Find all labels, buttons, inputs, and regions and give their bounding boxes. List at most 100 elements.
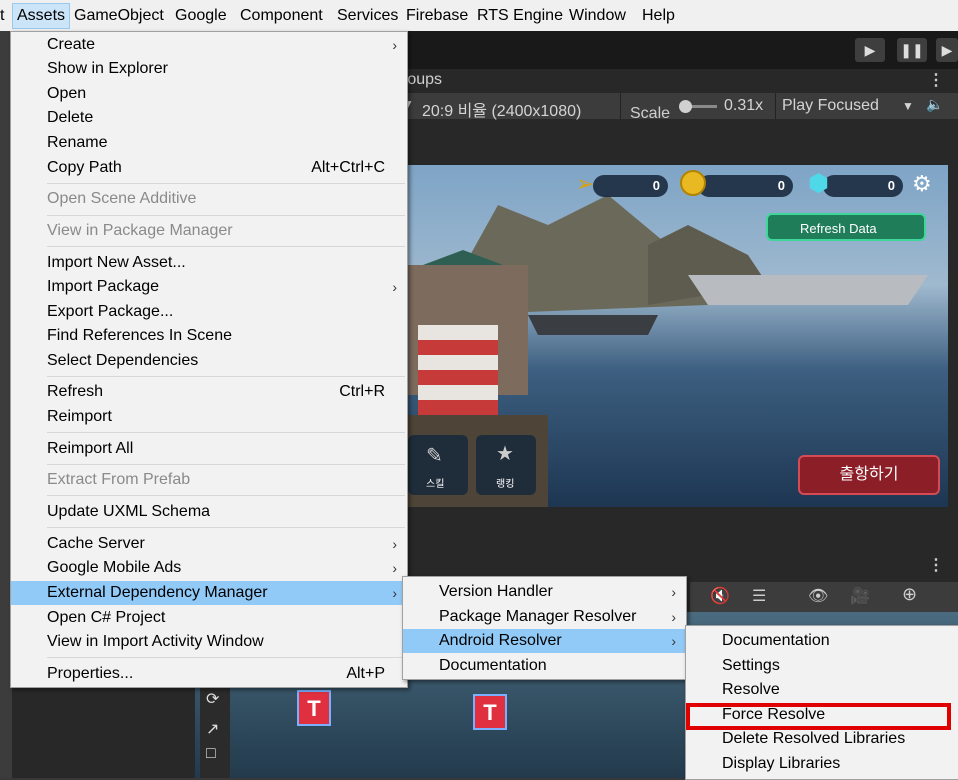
scale-slider-thumb[interactable]: [679, 100, 692, 113]
menu-item-delete-resolved-libraries[interactable]: Delete Resolved Libraries: [686, 727, 958, 751]
menu-services[interactable]: Services: [333, 4, 402, 28]
menu-item-export-package[interactable]: Export Package...: [11, 300, 407, 324]
menu-item-properties[interactable]: Properties... Alt+P: [11, 662, 407, 686]
game-view-toolbar: ▼ 20:9 비율 (2400x1080) Scale 0.31x Play F…: [402, 93, 958, 122]
play-icon[interactable]: ▶: [855, 38, 885, 62]
menu-help[interactable]: Help: [638, 4, 679, 28]
menu-item-create[interactable]: Create ›: [11, 33, 407, 57]
layers-icon[interactable]: ☰: [752, 586, 766, 606]
dropdown-arrow-icon[interactable]: ▼: [902, 99, 914, 113]
game-tab-title[interactable]: roups: [402, 71, 442, 89]
game-view[interactable]: 0 ➢ 0 0 ⬢ ⚙ Refresh Data 출항하기 ✎ 스킬 ★ 랭킹: [408, 165, 948, 507]
menu-edit-partial[interactable]: t: [0, 4, 8, 28]
menu-assets[interactable]: Assets: [12, 3, 71, 29]
menu-item-version-handler[interactable]: Version Handler ›: [403, 580, 686, 604]
play-mode-dropdown[interactable]: Play Focused: [782, 97, 879, 115]
gem-icon: ⬢: [808, 170, 829, 197]
settings-gear-icon[interactable]: ⚙: [912, 171, 932, 197]
refresh-data-button[interactable]: Refresh Data: [766, 213, 926, 241]
menu-item-google-mobile-ads[interactable]: Google Mobile Ads ›: [11, 556, 407, 580]
menu-gameobject[interactable]: GameObject: [70, 4, 168, 28]
skill-button[interactable]: ✎ 스킬: [408, 435, 468, 495]
camera-icon[interactable]: 🎥: [850, 586, 870, 606]
menu-separator: [47, 183, 405, 184]
rect-tool-icon[interactable]: □: [206, 745, 216, 763]
menu-item-find-references[interactable]: Find References In Scene: [11, 324, 407, 348]
menu-item-documentation[interactable]: Documentation: [686, 629, 958, 653]
menu-window[interactable]: Window: [565, 4, 630, 28]
menu-item-show-in-explorer[interactable]: Show in Explorer: [11, 57, 407, 81]
menu-separator: [47, 376, 405, 377]
force-resolve-callout: [686, 703, 951, 730]
menu-item-cache-server[interactable]: Cache Server ›: [11, 532, 407, 556]
menu-google[interactable]: Google: [171, 4, 231, 28]
menu-item-select-dependencies[interactable]: Select Dependencies: [11, 349, 407, 373]
visibility-icon[interactable]: 👁: [808, 586, 828, 606]
skill-icon: ✎: [426, 445, 443, 467]
menu-item-package-manager-resolver[interactable]: Package Manager Resolver ›: [403, 605, 686, 629]
chevron-right-icon: ›: [392, 536, 397, 552]
menu-rts-engine[interactable]: RTS Engine: [473, 4, 567, 28]
ranking-label: 랭킹: [496, 479, 515, 490]
menu-separator: [47, 657, 405, 658]
menu-separator: [47, 215, 405, 216]
rotate-tool-icon[interactable]: ⟳: [206, 689, 219, 709]
menu-item-resolve[interactable]: Resolve: [686, 678, 958, 702]
menu-bar: t Assets GameObject Google Component Ser…: [0, 0, 958, 31]
scene-view-toolbar: 🔇 ☰ 👁 🎥 ⊕: [690, 582, 958, 612]
ammo-counter: 0: [593, 175, 668, 197]
menu-firebase[interactable]: Firebase: [402, 4, 472, 28]
toolbar-divider: [620, 93, 621, 119]
menu-item-open[interactable]: Open: [11, 82, 407, 106]
sortie-button[interactable]: 출항하기: [798, 455, 940, 495]
menu-item-settings[interactable]: Settings: [686, 654, 958, 678]
game-tab-bar: roups ⋮: [402, 69, 958, 93]
tournament-icon: T: [473, 694, 507, 730]
assets-menu: Create › Show in Explorer Open Delete Ren…: [10, 31, 408, 688]
menu-item-update-uxml-schema[interactable]: Update UXML Schema: [11, 500, 407, 524]
gem-counter: 0: [823, 175, 903, 197]
scale-label: Scale: [630, 105, 671, 122]
scale-tool-icon[interactable]: ↗: [206, 719, 219, 739]
menu-item-view-import-activity[interactable]: View in Import Activity Window: [11, 630, 407, 654]
scale-value: 0.31x: [724, 97, 764, 114]
step-icon[interactable]: ▶: [936, 38, 958, 62]
menu-item-edm-documentation[interactable]: Documentation: [403, 654, 686, 678]
chevron-right-icon: ›: [671, 633, 676, 649]
coin-counter: 0: [698, 175, 793, 197]
chevron-right-icon: ›: [392, 279, 397, 295]
menu-item-refresh[interactable]: Refresh Ctrl+R: [11, 380, 407, 404]
menu-separator: [47, 495, 405, 496]
skill-label: 스킬: [426, 479, 445, 490]
ranking-button[interactable]: ★ 랭킹: [476, 435, 536, 495]
toolbar-divider: [775, 93, 776, 119]
chevron-right-icon: ›: [392, 585, 397, 601]
menu-item-reimport[interactable]: Reimport: [11, 405, 407, 429]
scene-tool-column: ⟳ ↗ □: [200, 687, 230, 778]
pause-icon[interactable]: ❚❚: [897, 38, 927, 62]
tab-menu-icon[interactable]: ⋮: [928, 70, 944, 90]
menu-component[interactable]: Component: [236, 4, 327, 28]
coin-icon: [680, 170, 706, 196]
audio-icon[interactable]: 🔈: [926, 96, 943, 113]
menu-item-reimport-all[interactable]: Reimport All: [11, 437, 407, 461]
menu-separator: [47, 527, 405, 528]
missile-icon: ➢: [576, 171, 595, 196]
menu-separator: [47, 432, 405, 433]
aspect-ratio-dropdown[interactable]: 20:9 비율 (2400x1080): [422, 97, 581, 121]
menu-item-display-libraries[interactable]: Display Libraries: [686, 752, 958, 776]
tab-menu-icon[interactable]: ⋮: [928, 555, 944, 575]
chevron-right-icon: ›: [671, 584, 676, 600]
menu-item-rename[interactable]: Rename: [11, 131, 407, 155]
mute-icon[interactable]: 🔇: [710, 586, 730, 606]
menu-item-delete[interactable]: Delete: [11, 106, 407, 130]
edm-submenu: Version Handler › Package Manager Resolve…: [402, 576, 687, 680]
gizmo-icon[interactable]: ⊕: [902, 584, 917, 605]
menu-item-open-csharp-project[interactable]: Open C# Project: [11, 606, 407, 630]
menu-item-view-in-package-manager: View in Package Manager: [47, 222, 233, 239]
menu-item-import-new-asset[interactable]: Import New Asset...: [11, 251, 407, 275]
menu-item-copy-path[interactable]: Copy Path Alt+Ctrl+C: [11, 156, 407, 180]
menu-item-android-resolver[interactable]: Android Resolver ›: [403, 629, 686, 653]
menu-item-import-package[interactable]: Import Package ›: [11, 275, 407, 299]
menu-item-external-dependency-manager[interactable]: External Dependency Manager ›: [11, 581, 407, 605]
